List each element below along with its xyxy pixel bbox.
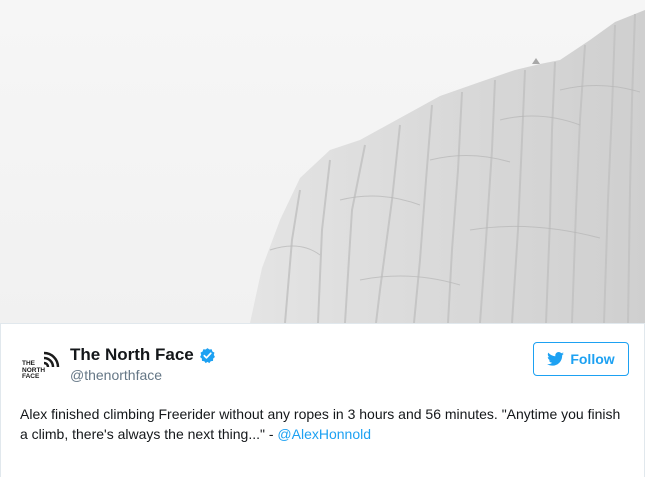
verified-badge-icon [199, 347, 215, 363]
account-handle[interactable]: @thenorthface [70, 366, 162, 384]
tweet-text: Alex finished climbing Freerider without… [20, 404, 625, 444]
tweet-media-image[interactable] [0, 0, 645, 323]
rock-face-photo [0, 0, 645, 323]
twitter-bird-icon [547, 352, 565, 366]
svg-text:THE: THE [22, 360, 36, 367]
follow-button[interactable]: Follow [533, 342, 629, 376]
mention-link[interactable]: @AlexHonnold [277, 426, 371, 442]
follow-button-label: Follow [570, 351, 615, 367]
the-north-face-logo[interactable]: THE NORTH FACE [21, 351, 61, 379]
svg-text:FACE: FACE [22, 373, 40, 379]
north-face-logo-icon: THE NORTH FACE [21, 351, 61, 379]
display-name[interactable]: The North Face [70, 344, 194, 366]
tweet-card: THE NORTH FACE The North Face @thenorthf… [0, 323, 645, 477]
account-name-row[interactable]: The North Face [70, 344, 216, 366]
